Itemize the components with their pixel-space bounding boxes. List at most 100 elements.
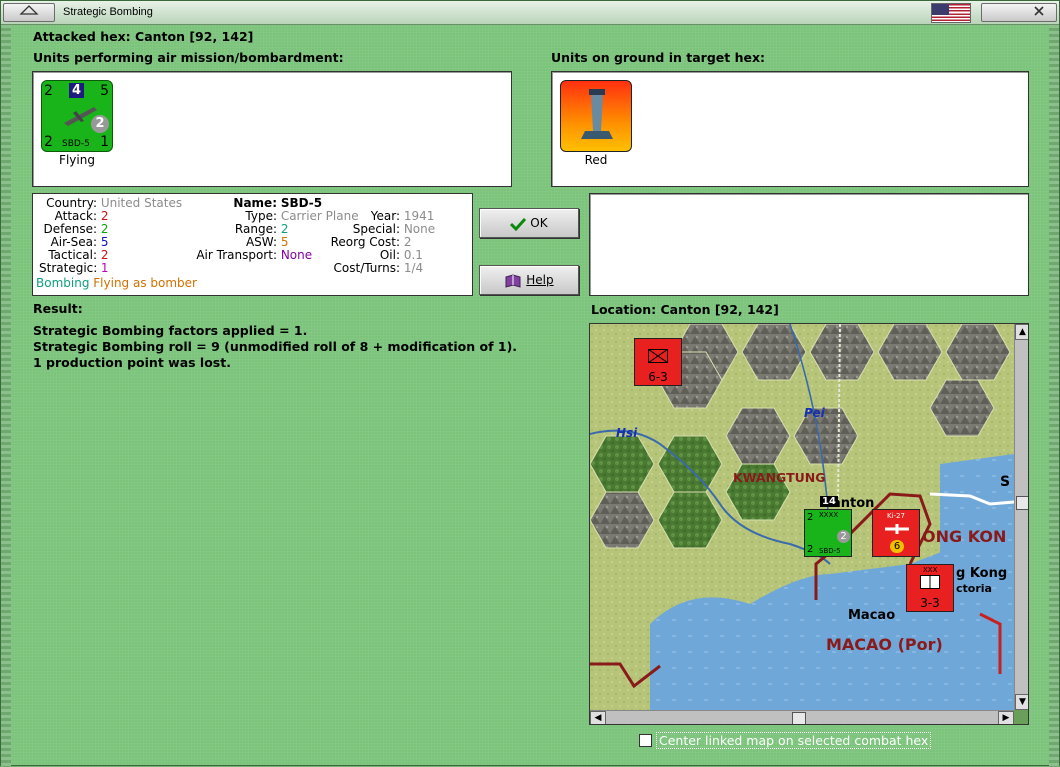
scroll-right-button[interactable]: ▶ xyxy=(998,711,1014,724)
result-line-3: 1 production point was lost. xyxy=(33,355,231,370)
map-green-name: SBD-5 xyxy=(819,547,841,555)
country-value: United States xyxy=(100,196,183,210)
ok-label: OK xyxy=(530,216,548,230)
ok-button[interactable]: OK xyxy=(479,208,579,238)
map-bottom-xxx: XXX xyxy=(923,566,938,574)
air-units-label: Units performing air mission/bombardment… xyxy=(33,50,344,65)
reorg-value: 2 xyxy=(403,235,412,249)
center-linked-checkbox[interactable] xyxy=(639,734,652,747)
air-unit-defense: 2 xyxy=(44,134,53,150)
mission-value: Bombing xyxy=(36,276,90,290)
air-transport-label: Air Transport: xyxy=(196,248,277,262)
map-label-pei: Pei xyxy=(804,406,825,420)
map-label-macao-region: MACAO (Por) xyxy=(826,635,943,654)
factory-icon xyxy=(581,89,613,139)
asw-value: 5 xyxy=(280,235,289,249)
air-unit-top-number: 4 xyxy=(69,83,85,98)
country-label: Country: xyxy=(46,196,97,210)
strategic-label: Strategic: xyxy=(39,261,98,275)
combat-info-panel xyxy=(589,193,1029,296)
horizontal-scroll-thumb[interactable] xyxy=(792,712,806,724)
scroll-left-button[interactable]: ◀ xyxy=(590,711,606,724)
map-green-defense: 2 xyxy=(807,544,814,555)
map-label-hongkong-city: g Kong xyxy=(956,566,1008,581)
system-menu-button[interactable] xyxy=(3,3,55,22)
ground-units-label: Units on ground in target hex: xyxy=(551,50,766,65)
cost-label: Cost/Turns: xyxy=(333,261,400,275)
attacked-hex-label: Attacked hex: Canton [92, 142] xyxy=(33,29,254,44)
ground-unit-caption: Red xyxy=(584,153,608,167)
scroll-down-button[interactable]: ▼ xyxy=(1015,694,1028,710)
ground-unit-counter[interactable] xyxy=(560,80,632,152)
center-linked-label[interactable]: Center linked map on selected combat hex xyxy=(656,732,932,749)
map-label-hongkong-region: ONG KON xyxy=(922,527,1007,546)
hex-map[interactable]: Hsi Pei KWANGTUNG anton ONG KON g Kong c… xyxy=(589,323,1029,725)
vertical-scroll-thumb[interactable] xyxy=(1016,496,1028,510)
map-horizontal-scrollbar[interactable]: ◀ ▶ xyxy=(590,710,1014,724)
attack-label: Attack: xyxy=(54,209,97,223)
result-line-2: Strategic Bombing roll = 9 (unmodified r… xyxy=(33,339,518,354)
name-value: SBD-5 xyxy=(280,196,323,210)
us-flag-icon xyxy=(931,3,971,23)
help-button[interactable]: Help xyxy=(479,265,579,295)
attack-value: 2 xyxy=(100,209,109,223)
close-icon xyxy=(1034,6,1044,16)
air-units-panel: 4 2 5 2 2 SBD-5 1 Flying xyxy=(32,71,512,187)
oil-label: Oil: xyxy=(379,248,400,262)
oil-value: 0.1 xyxy=(403,248,423,262)
hq-icon xyxy=(920,575,940,589)
defense-value: 2 xyxy=(100,222,109,236)
map-counter-mid[interactable]: Ki-27 6 xyxy=(872,509,920,557)
map-counter-top-value: 6-3 xyxy=(648,370,668,384)
tactical-label: Tactical: xyxy=(48,248,97,262)
checkmark-icon xyxy=(510,217,527,231)
ground-units-panel: Red xyxy=(551,71,1029,187)
result-line-1: Strategic Bombing factors applied = 1. xyxy=(33,323,308,338)
mission-status-value: Flying as bomber xyxy=(93,276,197,290)
fighter-plane-icon xyxy=(885,524,909,534)
cost-value: 1/4 xyxy=(403,261,424,275)
unit-details-panel: Country: United States Attack: 2 Defense… xyxy=(32,193,473,296)
year-value: 1941 xyxy=(403,209,435,223)
map-vertical-scrollbar[interactable]: ▲ ▼ xyxy=(1014,324,1028,710)
infantry-icon xyxy=(648,349,668,363)
air-unit-strategic: 1 xyxy=(100,134,109,150)
map-label-macao: Macao xyxy=(848,608,896,623)
map-green-badge: 2 xyxy=(837,530,850,543)
air-unit-tactical-badge: 2 xyxy=(91,115,109,133)
airsea-value: 5 xyxy=(100,235,109,249)
scroll-up-button[interactable]: ▲ xyxy=(1015,324,1028,340)
close-button[interactable] xyxy=(981,3,1057,22)
air-unit-name: SBD-5 xyxy=(62,139,90,149)
map-counter-top[interactable]: 6-3 xyxy=(634,338,682,386)
map-counter-green[interactable]: 2 XXXX 2 2 SBD-5 xyxy=(804,509,852,557)
strategic-value: 1 xyxy=(100,261,109,275)
name-label: Name: xyxy=(233,196,277,210)
tactical-value: 2 xyxy=(100,248,109,262)
location-label: Location: Canton [92, 142] xyxy=(591,302,779,317)
map-mid-value: 6 xyxy=(890,540,904,553)
type-label: Type: xyxy=(245,209,277,223)
left-rail xyxy=(1,25,11,767)
map-label-kwangtung: KWANGTUNG xyxy=(733,470,826,485)
special-value: None xyxy=(403,222,436,236)
help-label: Help xyxy=(526,273,554,287)
air-unit-airsea: 5 xyxy=(100,83,109,99)
map-mid-code: Ki-27 xyxy=(887,512,905,520)
map-label-hsi: Hsi xyxy=(616,426,638,440)
special-label: Special: xyxy=(352,222,400,236)
map-label-victoria: ctoria xyxy=(956,582,992,595)
air-unit-attack: 2 xyxy=(44,83,53,99)
year-label: Year: xyxy=(370,209,400,223)
defense-label: Defense: xyxy=(43,222,97,236)
restore-icon xyxy=(19,5,39,15)
air-transport-value: None xyxy=(280,248,313,262)
map-green-attack: 2 xyxy=(807,512,814,523)
title-bar[interactable]: Strategic Bombing xyxy=(1,1,1059,25)
range-label: Range: xyxy=(234,222,277,236)
map-counter-bottom[interactable]: XXX 3-3 xyxy=(906,564,954,612)
reorg-label: Reorg Cost: xyxy=(330,235,400,249)
map-label-s: S xyxy=(1000,474,1011,490)
air-unit-counter[interactable]: 4 2 5 2 2 SBD-5 1 xyxy=(41,80,113,152)
air-unit-caption: Flying xyxy=(59,153,95,167)
